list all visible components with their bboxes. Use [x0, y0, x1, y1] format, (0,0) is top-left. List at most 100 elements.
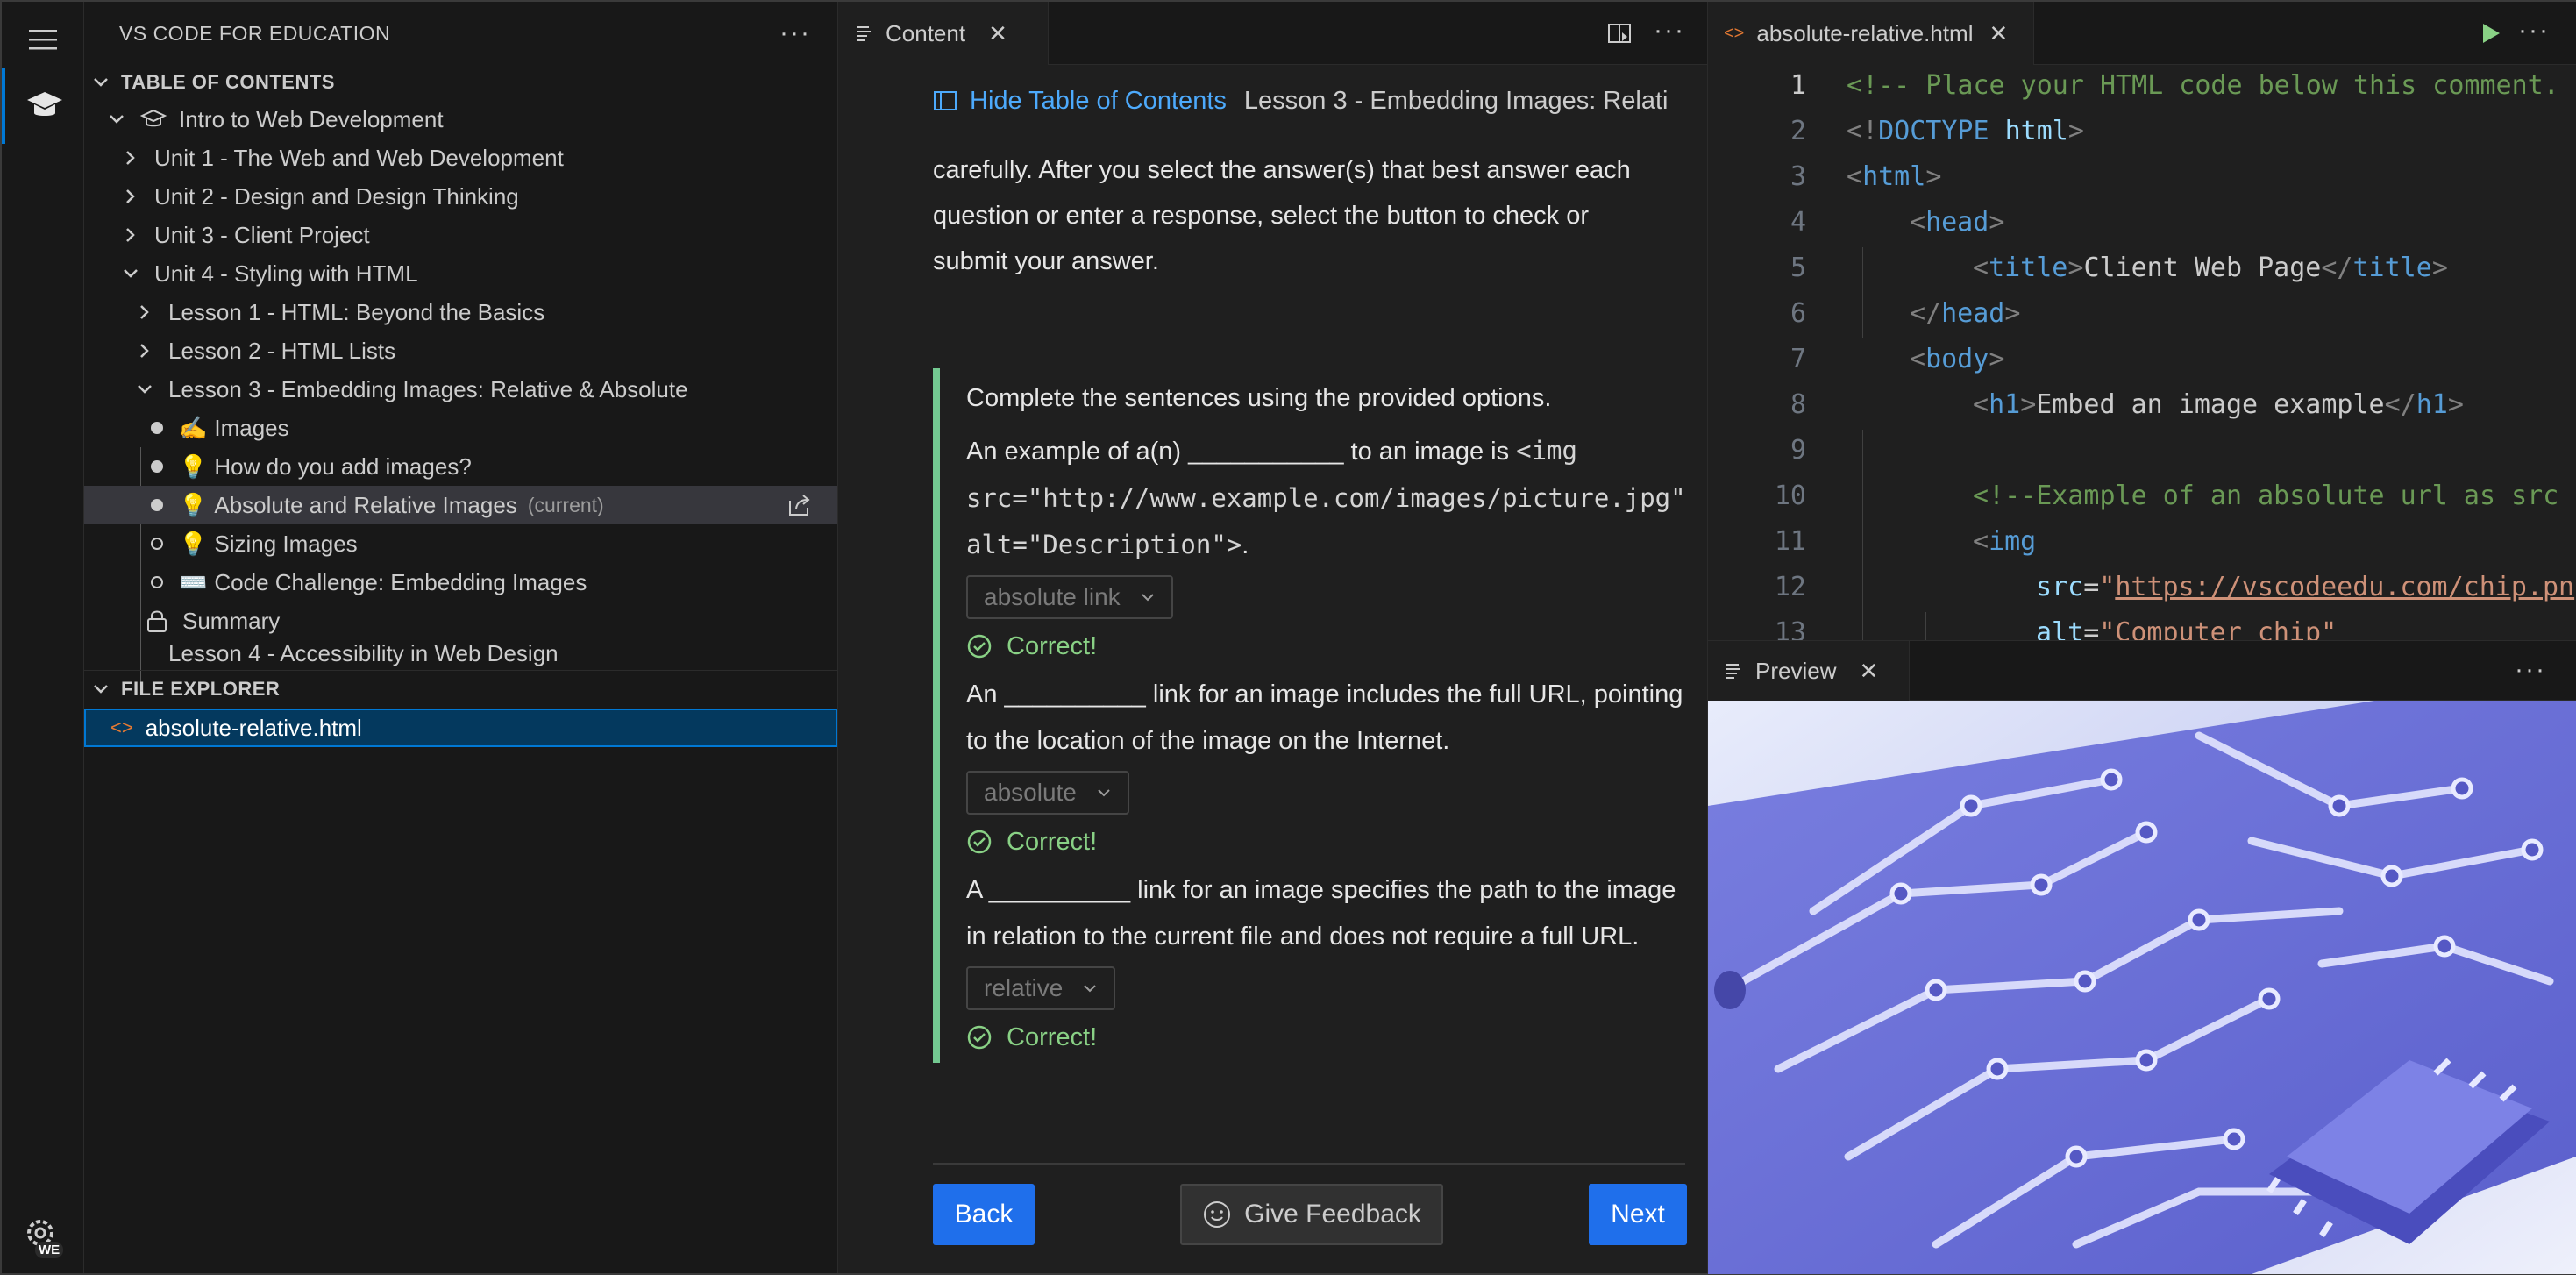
- line-number: 5: [1790, 253, 1806, 283]
- lesson-label: Lesson 3 - Embedding Images: Relative & …: [168, 375, 688, 402]
- check-circle-icon: [967, 830, 992, 854]
- close-icon[interactable]: ✕: [1859, 658, 1878, 685]
- code-line: <img: [1973, 526, 2037, 557]
- result-text: Correct!: [1007, 827, 1098, 856]
- lightbulb-icon: 💡: [179, 452, 208, 480]
- check-circle-icon: [967, 634, 992, 659]
- share-icon[interactable]: [786, 492, 813, 518]
- preview-doc-icon: [857, 26, 871, 41]
- intro-line: carefully. After you select the answer(s…: [933, 156, 1631, 184]
- breadcrumb: Lesson 3 - Embedding Images: Relati: [1243, 87, 1669, 115]
- result-text: Correct!: [1007, 631, 1098, 660]
- check-circle-icon: [967, 1025, 992, 1050]
- question-2: An __________ link for an image includes…: [966, 672, 1722, 867]
- select-value: absolute link: [984, 583, 1121, 610]
- answer-select[interactable]: absolute: [966, 770, 1129, 815]
- close-icon[interactable]: ✕: [1989, 20, 2008, 47]
- more-actions-icon[interactable]: ···: [2518, 16, 2550, 46]
- file-item[interactable]: <> absolute-relative.html: [84, 709, 837, 747]
- line-number: 9: [1790, 435, 1806, 466]
- code-line: </head>: [1910, 298, 2021, 329]
- next-button[interactable]: Next: [1589, 1184, 1687, 1245]
- toc-lesson-2[interactable]: Lesson 2 - HTML Lists: [84, 331, 837, 370]
- open-preview-icon[interactable]: [1606, 21, 1633, 47]
- code-line: <!-- Place your HTML code below this com…: [1847, 70, 2559, 101]
- intro-line: question or enter a response, select the…: [933, 202, 1590, 230]
- line-number: 6: [1790, 298, 1806, 329]
- content-header: Hide Table of Contents Lesson 3 - Embedd…: [933, 72, 1704, 130]
- run-icon[interactable]: [2480, 21, 2502, 46]
- toc-unit-4[interactable]: Unit 4 - Styling with HTML: [84, 254, 837, 293]
- answer-select[interactable]: absolute link: [966, 574, 1173, 619]
- preview-doc-icon: [1726, 664, 1740, 679]
- completed-dot-icon: [151, 422, 163, 434]
- activity-bar: WE: [2, 2, 84, 1273]
- tab-absolute-relative[interactable]: <> absolute-relative.html ✕: [1708, 2, 2034, 65]
- feedback-label: Give Feedback: [1244, 1200, 1421, 1229]
- footer-divider: [933, 1163, 1685, 1165]
- hide-toc-link[interactable]: Hide Table of Contents: [970, 78, 1227, 124]
- code-line: alt="Computer chip": [2036, 617, 2338, 640]
- item-label: Absolute and Relative Images: [214, 491, 517, 518]
- toc-unit-1[interactable]: Unit 1 - The Web and Web Development: [84, 139, 837, 177]
- answer-select-wrap: relative: [966, 965, 1722, 1012]
- settings-button[interactable]: WE: [2, 1198, 84, 1273]
- close-icon[interactable]: ✕: [988, 20, 1007, 47]
- toc-item-sizing[interactable]: 💡 Sizing Images: [84, 524, 837, 563]
- toc-lesson-3[interactable]: Lesson 3 - Embedding Images: Relative & …: [84, 370, 837, 409]
- sidebar-title: VS CODE FOR EDUCATION: [119, 21, 391, 45]
- give-feedback-button[interactable]: Give Feedback: [1180, 1184, 1443, 1245]
- toc-item-images[interactable]: ✍️ Images: [84, 409, 837, 447]
- correct-feedback: Correct!: [966, 816, 1722, 867]
- line-number: 2: [1790, 116, 1806, 146]
- file-name: absolute-relative.html: [145, 714, 362, 741]
- quiz-instructions: Complete the sentences using the provide…: [966, 383, 1552, 412]
- q1-code: <img: [1516, 436, 1577, 466]
- back-button[interactable]: Back: [933, 1184, 1035, 1245]
- graduation-cap-icon: [140, 109, 167, 127]
- toc-tree: Intro to Web Development Unit 1 - The We…: [84, 100, 837, 687]
- more-actions-icon[interactable]: ···: [1654, 16, 1685, 46]
- select-value: absolute: [984, 779, 1077, 806]
- preview-tab-bar: Preview ✕ ···: [1708, 641, 2576, 701]
- sidebar: VS CODE FOR EDUCATION ··· TABLE OF CONTE…: [84, 2, 838, 1273]
- code-editor: <> absolute-relative.html ✕ ··· 1 <!-- P…: [1708, 2, 2576, 640]
- answer-select[interactable]: relative: [966, 965, 1116, 1010]
- indent-guide: [1925, 612, 1926, 640]
- education-view-button[interactable]: [2, 68, 84, 144]
- toc-unit-3[interactable]: Unit 3 - Client Project: [84, 216, 837, 254]
- toc-unit-2[interactable]: Unit 2 - Design and Design Thinking: [84, 177, 837, 216]
- more-actions-icon[interactable]: ···: [2515, 655, 2546, 685]
- code-area[interactable]: 1 <!-- Place your HTML code below this c…: [1708, 65, 2576, 640]
- more-actions-icon[interactable]: ···: [779, 18, 811, 48]
- toc-item-summary[interactable]: Summary: [84, 602, 837, 640]
- toc-lesson-1[interactable]: Lesson 1 - HTML: Beyond the Basics: [84, 293, 837, 331]
- incomplete-dot-icon: [151, 576, 163, 588]
- tab-preview[interactable]: Preview ✕: [1708, 641, 1910, 701]
- course-label: Intro to Web Development: [179, 105, 444, 132]
- intro-line: submit your answer.: [933, 247, 1159, 275]
- toc-item-how-add-images[interactable]: 💡 How do you add images?: [84, 447, 837, 486]
- toc-course[interactable]: Intro to Web Development: [84, 100, 837, 139]
- toc-item-code-challenge[interactable]: ⌨️ Code Challenge: Embedding Images: [84, 563, 837, 602]
- toc-item-absolute-relative[interactable]: 💡 Absolute and Relative Images (current): [84, 486, 837, 524]
- menu-button[interactable]: [2, 2, 84, 77]
- toc-section-header[interactable]: TABLE OF CONTENTS: [84, 65, 837, 100]
- chevron-down-icon: [1098, 788, 1110, 796]
- we-badge: WE: [35, 1242, 64, 1258]
- code-line: <body>: [1910, 344, 2005, 374]
- answer-select-wrap: absolute: [966, 770, 1722, 816]
- line-number: 3: [1790, 161, 1806, 192]
- html-file-icon: <>: [1724, 23, 1745, 43]
- toc-lesson-4[interactable]: Lesson 4 - Accessibility in Web Design: [84, 640, 837, 666]
- intro-text: carefully. After you select the answer(s…: [933, 147, 1775, 284]
- code-line: <head>: [1910, 207, 2005, 238]
- keyboard-icon: ⌨️: [179, 568, 208, 595]
- explorer-section-header[interactable]: FILE EXPLORER: [84, 672, 837, 707]
- result-text: Correct!: [1007, 1022, 1098, 1051]
- q1-text: An example of a(n) ___________ to an ima…: [966, 438, 1517, 466]
- code-line: src="https://vscodeedu.com/chip.pn: [2036, 572, 2575, 602]
- tab-content[interactable]: Content ✕: [838, 2, 1049, 65]
- item-label: Summary: [182, 607, 281, 634]
- lesson-content: Hide Table of Contents Lesson 3 - Embedd…: [933, 65, 1775, 284]
